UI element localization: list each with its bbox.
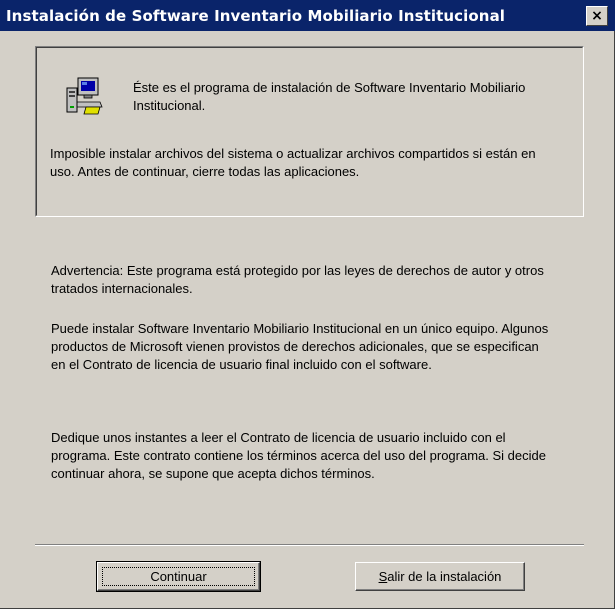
copyright-warning: Advertencia: Este programa está protegid… <box>51 263 544 296</box>
title-bar[interactable]: Instalación de Software Inventario Mobil… <box>0 0 615 31</box>
in-use-warning: Imposible instalar archivos del sistema … <box>50 146 536 179</box>
setup-dialog: Instalación de Software Inventario Mobil… <box>0 0 615 609</box>
focus-rect <box>102 567 255 586</box>
close-button[interactable]: × <box>586 6 608 26</box>
continue-button[interactable]: Continuar <box>96 561 261 592</box>
exit-label: Salir de la instalación <box>378 569 502 584</box>
exit-setup-button[interactable]: Salir de la instalación <box>355 562 525 591</box>
info-panel-inner: Éste es el programa de instalación de So… <box>36 47 583 216</box>
divider <box>35 544 584 546</box>
setup-computer-icon <box>66 77 103 115</box>
window-title: Instalación de Software Inventario Mobil… <box>6 7 506 25</box>
info-panel: Éste es el programa de instalación de So… <box>35 46 584 217</box>
single-install-notice: Puede instalar Software Inventario Mobil… <box>51 321 549 372</box>
intro-text: Éste es el programa de instalación de So… <box>133 80 526 113</box>
license-notice: Dedique unos instantes a leer el Contrat… <box>51 430 546 481</box>
close-icon: × <box>591 8 603 24</box>
